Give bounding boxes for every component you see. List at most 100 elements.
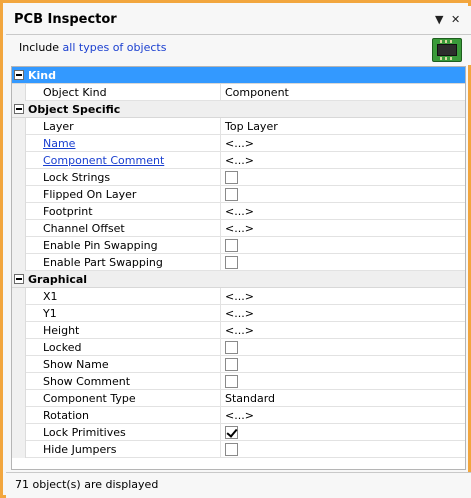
property-value[interactable]: <...> bbox=[225, 137, 254, 150]
row-gutter bbox=[12, 152, 26, 169]
category-label: Object Specific bbox=[28, 103, 121, 116]
pcb-board-icon[interactable] bbox=[432, 38, 462, 62]
property-name: Height bbox=[43, 324, 80, 337]
show-comment-checkbox[interactable] bbox=[225, 375, 238, 388]
row-gutter bbox=[12, 305, 26, 322]
property-row-x1[interactable]: X1 <...> bbox=[12, 288, 465, 305]
property-row-footprint[interactable]: Footprint <...> bbox=[12, 203, 465, 220]
flipped-on-layer-checkbox[interactable] bbox=[225, 188, 238, 201]
row-gutter bbox=[12, 84, 26, 101]
row-gutter bbox=[12, 203, 26, 220]
property-name: Enable Part Swapping bbox=[43, 256, 163, 269]
property-name: Y1 bbox=[43, 307, 57, 320]
lock-primitives-checkbox[interactable] bbox=[225, 426, 238, 439]
property-row-height[interactable]: Height <...> bbox=[12, 322, 465, 339]
property-row-layer[interactable]: Layer Top Layer bbox=[12, 118, 465, 135]
column-divider bbox=[220, 305, 221, 322]
property-name-link[interactable]: Name bbox=[43, 137, 75, 150]
chip-pin bbox=[450, 40, 452, 43]
chip-pin bbox=[445, 57, 447, 60]
property-name: Object Kind bbox=[43, 86, 107, 99]
row-gutter bbox=[12, 424, 26, 441]
category-label: Graphical bbox=[28, 273, 88, 286]
chip-pin bbox=[450, 57, 452, 60]
property-row-channel-offset[interactable]: Channel Offset <...> bbox=[12, 220, 465, 237]
property-row-object-kind[interactable]: Object Kind Component bbox=[12, 84, 465, 101]
property-value[interactable]: <...> bbox=[225, 154, 254, 167]
column-divider bbox=[220, 390, 221, 407]
close-icon[interactable]: ✕ bbox=[451, 13, 460, 27]
include-label: Include all types of objects bbox=[19, 41, 166, 54]
property-value[interactable]: <...> bbox=[225, 290, 254, 303]
property-name: Enable Pin Swapping bbox=[43, 239, 158, 252]
property-name: Lock Strings bbox=[43, 171, 111, 184]
enable-part-swapping-checkbox[interactable] bbox=[225, 256, 238, 269]
property-value[interactable]: <...> bbox=[225, 307, 254, 320]
property-row-name[interactable]: Name <...> bbox=[12, 135, 465, 152]
property-name: Component Type bbox=[43, 392, 136, 405]
collapse-icon[interactable] bbox=[14, 104, 24, 114]
property-row-rotation[interactable]: Rotation <...> bbox=[12, 407, 465, 424]
property-row-enable-pin-swapping[interactable]: Enable Pin Swapping bbox=[12, 237, 465, 254]
show-name-checkbox[interactable] bbox=[225, 358, 238, 371]
include-objects-link[interactable]: all types of objects bbox=[63, 41, 167, 54]
column-divider bbox=[220, 356, 221, 373]
column-divider bbox=[220, 288, 221, 305]
property-row-flipped-on-layer[interactable]: Flipped On Layer bbox=[12, 186, 465, 203]
row-gutter bbox=[12, 169, 26, 186]
property-name: Hide Jumpers bbox=[43, 443, 117, 456]
locked-checkbox[interactable] bbox=[225, 341, 238, 354]
category-graphical[interactable]: Graphical bbox=[12, 271, 465, 288]
row-gutter bbox=[12, 288, 26, 305]
column-divider bbox=[220, 186, 221, 203]
lock-strings-checkbox[interactable] bbox=[225, 171, 238, 184]
property-row-component-type[interactable]: Component Type Standard bbox=[12, 390, 465, 407]
row-gutter bbox=[12, 390, 26, 407]
property-value[interactable]: <...> bbox=[225, 324, 254, 337]
column-divider bbox=[220, 407, 221, 424]
property-name: Flipped On Layer bbox=[43, 188, 137, 201]
row-gutter bbox=[12, 339, 26, 356]
category-object-specific[interactable]: Object Specific bbox=[12, 101, 465, 118]
panel-title-bar: PCB Inspector ▼ ✕ bbox=[6, 6, 471, 35]
row-gutter bbox=[12, 135, 26, 152]
column-divider bbox=[220, 203, 221, 220]
category-label: Kind bbox=[28, 69, 56, 82]
property-value[interactable]: <...> bbox=[225, 409, 254, 422]
row-gutter bbox=[12, 441, 26, 458]
include-prefix: Include bbox=[19, 41, 63, 54]
column-divider bbox=[220, 424, 221, 441]
column-divider bbox=[220, 373, 221, 390]
row-gutter bbox=[12, 186, 26, 203]
column-divider bbox=[220, 84, 221, 101]
property-name: Footprint bbox=[43, 205, 93, 218]
property-row-hide-jumpers[interactable]: Hide Jumpers bbox=[12, 441, 465, 458]
property-row-component-comment[interactable]: Component Comment <...> bbox=[12, 152, 465, 169]
row-gutter bbox=[12, 220, 26, 237]
property-name: Channel Offset bbox=[43, 222, 125, 235]
column-divider bbox=[220, 237, 221, 254]
property-name: Rotation bbox=[43, 409, 90, 422]
inspector-panel: PCB Inspector ▼ ✕ Include all types of o… bbox=[0, 0, 471, 498]
property-name: Layer bbox=[43, 120, 74, 133]
property-row-lock-primitives[interactable]: Lock Primitives bbox=[12, 424, 465, 441]
enable-pin-swapping-checkbox[interactable] bbox=[225, 239, 238, 252]
property-row-locked[interactable]: Locked bbox=[12, 339, 465, 356]
property-value[interactable]: Component bbox=[225, 86, 289, 99]
category-kind[interactable]: Kind bbox=[12, 67, 465, 84]
property-value[interactable]: Top Layer bbox=[225, 120, 278, 133]
pin-dropdown-icon[interactable]: ▼ bbox=[435, 13, 443, 27]
property-value[interactable]: <...> bbox=[225, 222, 254, 235]
property-row-show-name[interactable]: Show Name bbox=[12, 356, 465, 373]
column-divider bbox=[220, 220, 221, 237]
property-row-show-comment[interactable]: Show Comment bbox=[12, 373, 465, 390]
property-value[interactable]: <...> bbox=[225, 205, 254, 218]
property-row-lock-strings[interactable]: Lock Strings bbox=[12, 169, 465, 186]
property-name-link[interactable]: Component Comment bbox=[43, 154, 164, 167]
property-row-enable-part-swapping[interactable]: Enable Part Swapping bbox=[12, 254, 465, 271]
property-row-y1[interactable]: Y1 <...> bbox=[12, 305, 465, 322]
collapse-icon[interactable] bbox=[14, 274, 24, 284]
hide-jumpers-checkbox[interactable] bbox=[225, 443, 238, 456]
collapse-icon[interactable] bbox=[14, 70, 24, 80]
property-value[interactable]: Standard bbox=[225, 392, 275, 405]
